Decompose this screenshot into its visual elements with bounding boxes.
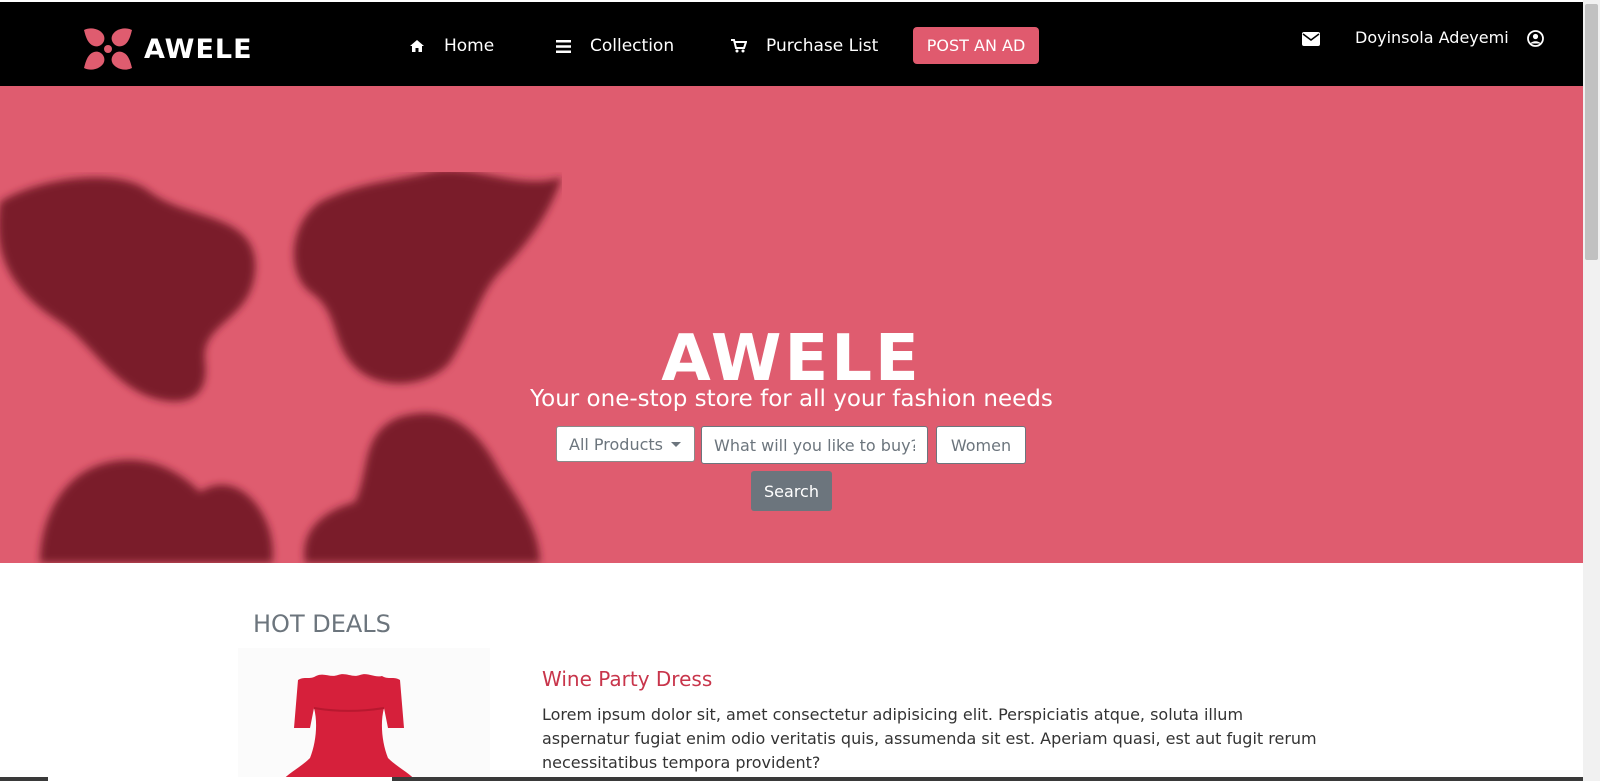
- chevron-down-icon: [671, 441, 682, 447]
- top-navbar: AWELE Home Collection Purchase List POST…: [0, 2, 1583, 86]
- search-button[interactable]: Search: [751, 471, 832, 511]
- category-selected: All Products: [569, 434, 664, 454]
- home-icon: [408, 37, 426, 55]
- nav-collection-label: Collection: [590, 36, 675, 56]
- brand-logo-link[interactable]: AWELE: [82, 26, 253, 72]
- nav-purchase-list[interactable]: Purchase List: [730, 28, 878, 64]
- gender-select[interactable]: Women: [936, 426, 1026, 464]
- mail-icon[interactable]: [1302, 32, 1320, 46]
- cart-icon: [730, 37, 748, 55]
- product-description: Lorem ipsum dolor sit, amet consectetur …: [542, 705, 1317, 772]
- scrollbar-thumb[interactable]: [1585, 4, 1598, 260]
- nav-purchase-list-label: Purchase List: [766, 36, 879, 56]
- horizontal-scrollbar-thumb[interactable]: [48, 777, 392, 781]
- user-name[interactable]: Doyinsola Adeyemi: [1355, 28, 1509, 47]
- nav-home[interactable]: Home: [408, 28, 494, 64]
- page: AWELE Home Collection Purchase List POST…: [0, 0, 1600, 781]
- bars-icon: [554, 37, 572, 55]
- hero-banner: AWELE Your one-stop store for all your f…: [0, 86, 1583, 563]
- hero-subtitle: Your one-stop store for all your fashion…: [530, 386, 1053, 412]
- nav-collection[interactable]: Collection: [554, 28, 674, 64]
- hero-title: AWELE: [661, 322, 922, 396]
- section-title-hot-deals: HOT DEALS: [253, 610, 391, 638]
- category-dropdown[interactable]: All Products: [556, 426, 695, 462]
- product-title[interactable]: Wine Party Dress: [542, 667, 712, 691]
- post-an-ad-button[interactable]: POST AN AD: [913, 27, 1039, 64]
- search-input[interactable]: [701, 426, 928, 464]
- product-image[interactable]: [238, 648, 490, 781]
- brand-name: AWELE: [144, 33, 253, 65]
- brand-logo-icon: [84, 28, 132, 70]
- horizontal-scrollbar[interactable]: [0, 777, 1583, 781]
- user-circle-icon[interactable]: [1527, 30, 1544, 47]
- nav-home-label: Home: [444, 36, 495, 56]
